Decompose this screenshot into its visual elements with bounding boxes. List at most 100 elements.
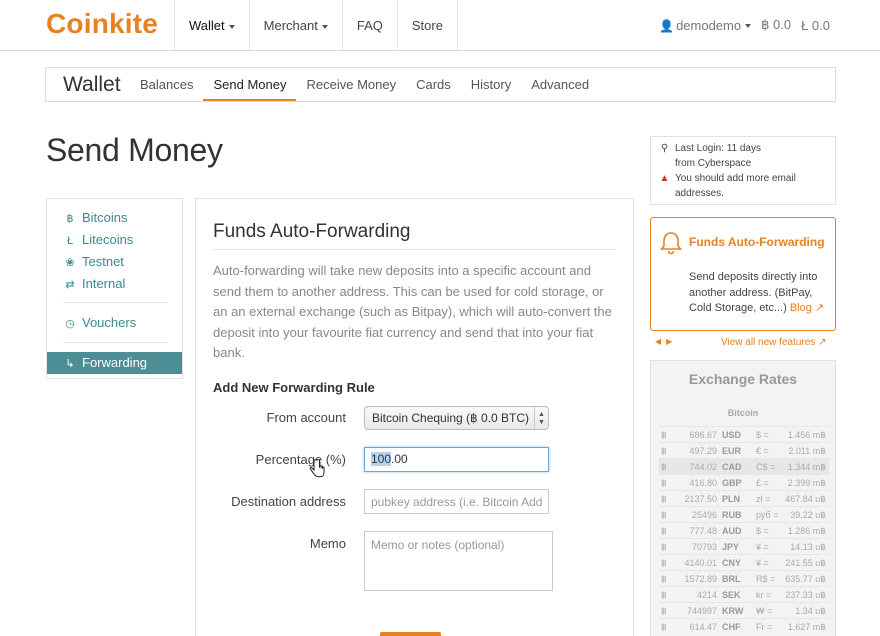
- rate-symbol: Fr =: [756, 622, 773, 632]
- tab-balances[interactable]: Balances: [130, 68, 203, 101]
- rate-row: ฿ 744.02 CAD C$ = 1.344 m฿: [659, 458, 829, 474]
- rate-row: ฿ 686.67 USD $ = 1.456 m฿: [659, 426, 829, 442]
- panel-title: Funds Auto-Forwarding: [213, 221, 411, 242]
- rate-value: 777.48: [689, 526, 717, 536]
- sidenav-item-label: Internal: [82, 276, 126, 291]
- nav-wallet[interactable]: Wallet: [175, 0, 250, 51]
- next-arrow-icon[interactable]: ▶: [666, 337, 677, 346]
- rate-currency: SEK: [722, 590, 741, 600]
- testnet-icon: ❀: [65, 257, 75, 269]
- rate-price: 14.13 u฿: [790, 542, 826, 552]
- subnav-tabs: Balances Send Money Receive Money Cards …: [130, 68, 599, 101]
- sidenav-item-internal[interactable]: ⇄ Internal: [47, 273, 182, 295]
- login-origin: from Cyberspace: [675, 158, 752, 169]
- rate-symbol: zł =: [756, 494, 771, 504]
- sidenav-item-bitcoins[interactable]: ฿ Bitcoins: [47, 207, 182, 229]
- sidenav-item-testnet[interactable]: ❀ Testnet: [47, 251, 182, 273]
- rate-price: 1.627 m฿: [787, 622, 826, 632]
- sidenav-divider: [63, 342, 167, 343]
- rate-price: 467.84 u฿: [785, 494, 826, 504]
- email-warning-text[interactable]: You should add more email: [675, 173, 796, 184]
- last-login-line: ⚲ Last Login: 11 days: [658, 143, 761, 154]
- rate-value: 744997: [686, 606, 717, 616]
- rate-value: 70793: [691, 542, 717, 552]
- rate-symbol: € =: [756, 446, 769, 456]
- user-menu[interactable]: 👤 demodemo: [659, 17, 752, 33]
- caret-down-icon: [228, 24, 235, 29]
- rate-row: ฿ 70793 JPY ¥ = 14.13 u฿: [659, 538, 829, 554]
- rate-symbol: R$ =: [756, 574, 776, 584]
- rule-heading: Add New Forwarding Rule: [213, 380, 375, 395]
- rate-currency: EUR: [722, 446, 742, 456]
- btc-symbol: ฿: [661, 446, 667, 456]
- rate-value: 2137.50: [684, 494, 717, 504]
- btc-symbol: ฿: [661, 622, 667, 632]
- rate-row: ฿ 416.80 GBP £ = 2.399 m฿: [659, 474, 829, 490]
- tab-history[interactable]: History: [461, 68, 521, 101]
- tab-send-money[interactable]: Send Money: [203, 68, 297, 101]
- btc-symbol: ฿: [661, 574, 667, 584]
- rate-currency: RUB: [722, 510, 742, 520]
- rate-value: 686.67: [689, 430, 717, 440]
- rate-price: 1.344 m฿: [787, 462, 826, 472]
- rate-price: 2.011 m฿: [788, 446, 826, 456]
- btc-symbol: ฿: [661, 542, 667, 552]
- percentage-input[interactable]: 100.00: [364, 447, 549, 472]
- rate-row: ฿ 777.48 AUD $ = 1.286 m฿: [659, 522, 829, 538]
- sidenav-item-label: Vouchers: [82, 315, 137, 330]
- external-link-icon: ↗: [814, 302, 825, 314]
- panel-description: Auto-forwarding will take new deposits i…: [213, 263, 612, 360]
- tab-receive-money[interactable]: Receive Money: [296, 68, 406, 101]
- brand-logo[interactable]: Coinkite: [46, 8, 158, 40]
- btc-symbol: ฿: [661, 526, 667, 536]
- rate-price: 241.55 u฿: [785, 558, 826, 568]
- email-warning-text-cont[interactable]: addresses.: [675, 188, 724, 199]
- nav-merchant[interactable]: Merchant: [250, 0, 343, 51]
- nav-store[interactable]: Store: [398, 0, 458, 51]
- submit-button[interactable]: [380, 632, 441, 636]
- nav-faq[interactable]: FAQ: [343, 0, 398, 51]
- rate-currency: CHF: [722, 622, 741, 632]
- email-warning-line: ▲ You should add more email: [658, 173, 796, 184]
- tab-cards[interactable]: Cards: [406, 68, 461, 101]
- rate-value: 1572.89: [684, 574, 717, 584]
- view-all-features-link[interactable]: View all new features ↗: [721, 337, 826, 348]
- sidenav-item-label: Litecoins: [82, 232, 134, 247]
- subnav-title: Wallet: [63, 73, 121, 96]
- rate-price: 2.399 m฿: [787, 478, 826, 488]
- rate-symbol: $ =: [756, 430, 769, 440]
- blog-link[interactable]: Blog ↗: [790, 302, 824, 314]
- destination-address-input[interactable]: [364, 489, 549, 514]
- rate-row: ฿ 497.29 EUR € = 2.011 m฿: [659, 442, 829, 458]
- tab-advanced[interactable]: Advanced: [521, 68, 599, 101]
- rate-row: ฿ 2137.50 PLN zł = 467.84 u฿: [659, 490, 829, 506]
- view-all-label: View all new features: [721, 337, 816, 348]
- rate-price: 1.456 m฿: [787, 430, 826, 440]
- username: demodemo: [676, 17, 742, 33]
- memo-textarea[interactable]: [364, 531, 553, 591]
- rate-value: 497.29: [689, 446, 717, 456]
- rate-value: 4214: [696, 590, 717, 600]
- rate-currency: USD: [722, 430, 742, 440]
- promo-title[interactable]: Funds Auto-Forwarding: [689, 234, 829, 250]
- sidenav-item-forwarding[interactable]: ↳ Forwarding: [47, 352, 182, 374]
- rate-price: 635.77 u฿: [785, 574, 826, 584]
- ltc-balance[interactable]: Ł 0.0: [801, 18, 830, 33]
- prev-arrow-icon[interactable]: ◀: [655, 337, 666, 346]
- from-account-select[interactable]: Bitcoin Chequing (฿ 0.0 BTC) ▲ ▼: [364, 406, 549, 430]
- litecoin-icon: Ł: [66, 235, 74, 247]
- btc-symbol: ฿: [661, 590, 667, 600]
- top-navbar: Coinkite Wallet Merchant FAQ Store 👤 demo…: [0, 0, 880, 51]
- bell-icon: [660, 232, 682, 255]
- caret-down-icon: [745, 24, 752, 29]
- sidenav-item-vouchers[interactable]: ◷ Vouchers: [47, 312, 182, 334]
- btc-balance[interactable]: ฿ 0.0: [761, 17, 791, 33]
- btc-symbol: ฿: [661, 494, 667, 504]
- destination-label: Destination address: [231, 494, 346, 509]
- wallet-subnav: Wallet Balances Send Money Receive Money…: [45, 67, 836, 102]
- sidenav-item-litecoins[interactable]: Ł Litecoins: [47, 229, 182, 251]
- forward-icon: ↳: [65, 358, 75, 370]
- rate-symbol: kr =: [756, 590, 772, 600]
- last-login-text: Last Login: 11 days: [675, 143, 761, 154]
- hand-cursor-icon: [309, 459, 325, 478]
